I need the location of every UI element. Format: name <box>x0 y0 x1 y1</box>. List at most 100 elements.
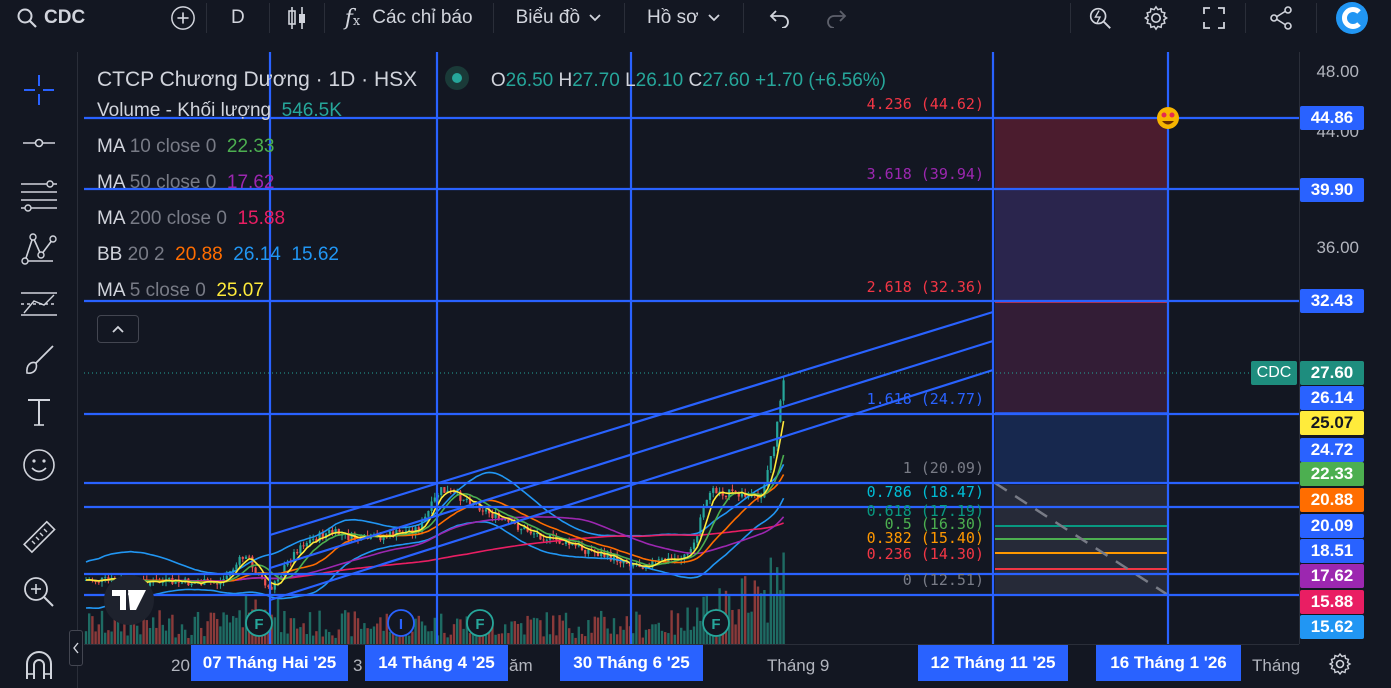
volume-bar <box>731 609 734 644</box>
fib-tool[interactable] <box>19 176 59 216</box>
profile-button[interactable]: Hồ sơ <box>625 0 743 36</box>
volume-bar <box>126 635 129 644</box>
prediction-tool[interactable] <box>19 284 59 324</box>
interval-button[interactable]: D <box>207 0 269 36</box>
volume-bar <box>350 636 353 644</box>
legend-indicator-row[interactable]: MA 10 close 0 22.33 <box>97 136 274 158</box>
candle-body <box>491 513 494 518</box>
indicator-name: MA <box>97 136 125 157</box>
lightning-search-icon <box>1087 5 1113 31</box>
volume-bar <box>766 622 769 644</box>
zoom-tool[interactable] <box>19 572 59 612</box>
legend-collapse-button[interactable] <box>97 315 139 343</box>
compare-button[interactable] <box>160 0 206 36</box>
volume-bar <box>529 619 532 644</box>
symbol-search[interactable]: CDC <box>0 0 160 36</box>
volume-bar <box>568 628 571 644</box>
volume-bar <box>276 598 280 644</box>
legend-indicator-row[interactable]: Volume - Khối lượng 546.5K <box>97 100 342 122</box>
volume-bar <box>424 625 427 644</box>
candle-body <box>657 559 660 561</box>
volume-bar <box>209 612 212 644</box>
volume-bar <box>542 636 545 644</box>
collapse-toolbar-button[interactable] <box>69 630 83 666</box>
crosshair-tool[interactable] <box>19 70 59 110</box>
fullscreen-button[interactable] <box>1183 0 1245 36</box>
volume-bar <box>148 627 152 644</box>
magnet-tool[interactable] <box>19 646 59 686</box>
volume-bar <box>168 618 171 644</box>
measure-tool[interactable] <box>19 518 59 558</box>
candle-body <box>545 539 548 541</box>
volume-bar <box>366 628 369 644</box>
price-tag: 44.86 <box>1300 106 1364 130</box>
tradingview-logo-icon[interactable] <box>104 575 154 625</box>
time-tag: 14 Tháng 4 '25 <box>365 645 508 681</box>
legend-indicator-row[interactable]: MA 200 close 0 15.88 <box>97 208 285 230</box>
volume-bar <box>388 631 392 644</box>
price-tag: 17.62 <box>1300 564 1364 588</box>
candle-body <box>443 487 446 493</box>
text-tool[interactable] <box>19 392 59 432</box>
volume-bar <box>612 618 616 644</box>
event-marker[interactable]: F <box>466 609 494 637</box>
event-marker[interactable]: F <box>702 609 730 637</box>
time-tag: 07 Tháng Hai '25 <box>191 645 348 681</box>
volume-bar <box>286 633 289 644</box>
axis-settings-button[interactable] <box>1328 652 1352 681</box>
fib-level-label: 0.236 (14.30) <box>866 545 984 563</box>
chevron-left-icon <box>73 642 79 654</box>
volume-bar <box>171 614 174 644</box>
brush-tool[interactable] <box>19 340 59 380</box>
indicator-name: Volume - Khối lượng <box>97 100 272 121</box>
volume-bar <box>500 633 504 644</box>
volume-bar <box>344 610 347 644</box>
fib-retracement-icon <box>21 180 57 212</box>
candle-body <box>276 579 280 582</box>
horizontal-line-icon <box>23 138 55 148</box>
settings-button[interactable] <box>1129 0 1183 36</box>
legend-indicator-row[interactable]: MA 5 close 0 25.07 <box>97 280 264 302</box>
quick-search-button[interactable] <box>1071 0 1129 36</box>
volume-bar <box>667 633 670 644</box>
candle-body <box>779 400 782 422</box>
trend-line-tool[interactable] <box>19 123 59 163</box>
volume-bar <box>596 617 600 644</box>
brand-logo[interactable] <box>1317 0 1391 36</box>
price-tag: 27.60 <box>1300 361 1364 385</box>
indicator-params: 10 close 0 <box>124 136 217 157</box>
legend-indicator-row[interactable]: BB 20 2 20.88 26.14 15.62 <box>97 244 339 266</box>
volume-bar <box>100 610 104 644</box>
undo-button[interactable] <box>744 0 808 36</box>
volume-bar <box>331 635 334 644</box>
volume-bar <box>206 621 209 644</box>
price-tag: 15.88 <box>1300 590 1364 614</box>
volume-bar <box>772 594 776 644</box>
volume-bar <box>139 634 142 644</box>
redo-button[interactable] <box>808 0 866 36</box>
candle-body <box>225 575 228 579</box>
indicator-value: 22.33 <box>216 136 275 157</box>
volume-bar <box>196 611 200 644</box>
time-tick: ăm <box>509 656 533 675</box>
candle-body <box>440 487 443 496</box>
indicators-button[interactable]: fx Các chỉ báo <box>325 0 493 36</box>
price-tag: 24.72 <box>1300 438 1364 462</box>
profile-label: Hồ sơ <box>647 7 699 28</box>
volume-bar <box>379 617 382 644</box>
symbol-title[interactable]: CTCP Chương Dương · 1D · HSX <box>97 68 417 91</box>
volume-bar <box>632 633 635 644</box>
event-marker[interactable]: F <box>245 609 273 637</box>
chart-type-button[interactable] <box>270 0 324 36</box>
volume-bar <box>420 621 424 644</box>
layout-button[interactable]: Biểu đồ <box>494 0 624 36</box>
volume-bar <box>203 636 206 644</box>
indicator-lines <box>85 420 785 610</box>
event-marker[interactable]: I <box>387 609 415 637</box>
legend-indicator-row[interactable]: MA 50 close 0 17.62 <box>97 172 274 194</box>
share-button[interactable] <box>1246 0 1316 36</box>
emoji-tool[interactable] <box>19 445 59 485</box>
volume-bar <box>609 633 612 644</box>
event-marker-label: I <box>399 616 403 633</box>
pattern-tool[interactable] <box>19 229 59 269</box>
